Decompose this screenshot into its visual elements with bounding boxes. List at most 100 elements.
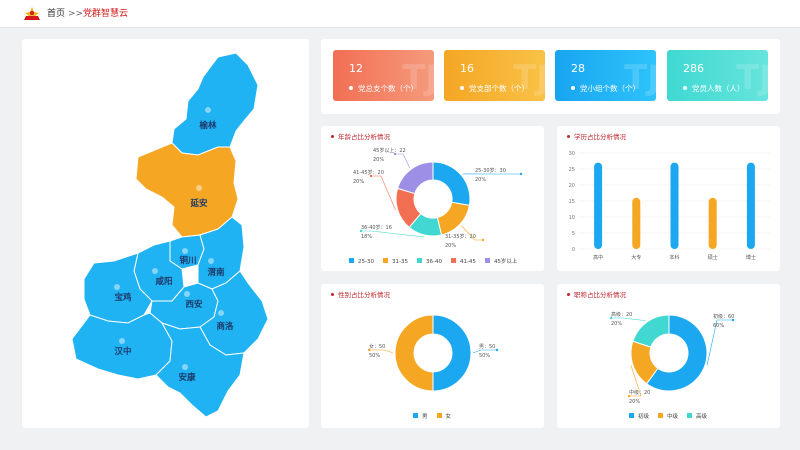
age-label-leader xyxy=(371,175,396,211)
y-tick-label: 10 xyxy=(569,215,575,221)
map-label-yanan: 延安 xyxy=(189,198,208,209)
stat-value: 12 xyxy=(349,62,363,75)
gender-chart-legend: 男女 xyxy=(413,413,460,420)
legend-swatch xyxy=(382,258,388,263)
x-tick-label: 硕士 xyxy=(708,254,718,261)
gender-slice[interactable] xyxy=(394,314,434,392)
x-tick-label: 博士 xyxy=(746,254,756,261)
stat-value: 286 xyxy=(683,62,704,75)
stat-label: 党总支个数（个） xyxy=(358,84,418,93)
province-map: 榆林 延安 铜川 渭南 咸阳 宝鸡 西安 商洛 汉中 安康 xyxy=(71,52,269,418)
legend-label: 高级 xyxy=(696,413,708,420)
age-percent-label: 20% xyxy=(475,177,486,183)
stat-value: 28 xyxy=(571,62,585,75)
x-tick-label: 本科 xyxy=(669,254,679,261)
professional-title-chart-legend: 初级 中级 高级 xyxy=(629,413,716,420)
y-tick-label: 30 xyxy=(569,151,575,157)
y-tick-label: 20 xyxy=(569,183,575,189)
summary-stats-card: TJ 12 党总支个数（个） TJ 16 党支部个数（个） TJ 28 党小组个… xyxy=(321,39,780,114)
breadcrumb-home-link[interactable]: 首页 xyxy=(47,8,65,20)
map-label-xian: 西安 xyxy=(185,299,203,310)
bar[interactable] xyxy=(746,162,755,249)
legend-label: 中级 xyxy=(667,413,679,420)
legend-item[interactable]: 中级 xyxy=(658,413,679,420)
education-chart-card: 学历占比分析情况 0 5 10 15 20 25 30 高中 大专 本科 硕士 博士 xyxy=(557,126,780,271)
title-percent-label: 20% xyxy=(611,321,622,327)
legend-item[interactable]: 男 xyxy=(413,413,428,420)
legend-swatch xyxy=(450,258,456,263)
stat-tile-groups[interactable]: TJ 28 党小组个数（个） xyxy=(555,50,656,101)
stat-tile-branches[interactable]: TJ 16 党支部个数（个） xyxy=(444,50,545,101)
age-slice[interactable] xyxy=(436,201,471,236)
age-chart-card: 年龄占比分析情况 25-30岁：30 20% 31-35岁：20 20% 36-40岁：… xyxy=(321,126,544,271)
gender-slice[interactable] xyxy=(432,314,472,392)
chart-title: 职称占比分析情况 xyxy=(574,291,626,299)
title-percent-label: 20% xyxy=(629,399,640,405)
age-donut-chart: 25-30岁：30 20% 31-35岁：20 20% 36-40岁：16 18% 41-4… xyxy=(353,147,523,249)
age-percent-label: 20% xyxy=(445,243,456,249)
age-data-label: 45岁以上：22 xyxy=(373,147,406,154)
bar[interactable] xyxy=(632,197,641,249)
y-tick-label: 15 xyxy=(569,199,575,205)
legend-item[interactable]: 41-45 xyxy=(450,258,476,265)
age-label-leader xyxy=(395,153,410,168)
age-slice[interactable] xyxy=(432,161,471,207)
age-percent-label: 18% xyxy=(361,234,372,240)
legend-label: 31-35 xyxy=(391,258,408,265)
region-yanan[interactable] xyxy=(135,142,239,238)
age-data-label: 25-30岁：30 xyxy=(475,167,506,174)
y-tick-label: 25 xyxy=(569,167,575,173)
legend-item[interactable]: 25-30 xyxy=(349,258,374,265)
professional-title-donut-chart: 初级：60 60% 中级：20 20% 高级：20 20% xyxy=(609,311,734,405)
legend-label: 45岁以上 xyxy=(493,258,518,265)
map-label-shangluo: 商洛 xyxy=(216,321,234,332)
title-percent-label: 60% xyxy=(713,323,724,329)
legend-swatch xyxy=(484,258,490,263)
legend-swatch xyxy=(349,258,354,263)
legend-swatch xyxy=(436,413,442,418)
bar[interactable] xyxy=(594,162,603,249)
professional-title-chart-card: 职称占比分析情况 初级：60 60% 中级：20 20% 高级：20 20% 初级 中级 高级 xyxy=(557,284,780,428)
gender-chart-card: 性别占比分析情况 男：50 50% 女：50 50% 男女 xyxy=(321,284,544,428)
stat-label: 党支部个数（个） xyxy=(469,84,529,93)
stat-tile-members[interactable]: TJ 286 党员人数（人） xyxy=(667,50,768,101)
bar[interactable] xyxy=(708,197,717,249)
title-data-label: 高级：20 xyxy=(611,311,632,318)
legend-swatch xyxy=(687,413,693,418)
legend-label: 女 xyxy=(445,413,452,420)
chart-title: 性别占比分析情况 xyxy=(338,291,390,299)
legend-item[interactable]: 36-40 xyxy=(416,258,442,265)
bar[interactable] xyxy=(670,162,679,249)
map-label-ankang: 安康 xyxy=(178,372,196,383)
age-data-label: 31-35岁：20 xyxy=(445,233,476,240)
stat-value: 16 xyxy=(460,62,474,75)
age-percent-label: 20% xyxy=(353,179,364,185)
legend-label: 25-30 xyxy=(358,258,374,265)
stat-tile-branch-committees[interactable]: TJ 12 党总支个数（个） xyxy=(333,50,434,101)
legend-label: 41-45 xyxy=(459,258,476,265)
map-label-hanzhong: 汉中 xyxy=(114,346,131,357)
age-label-dot xyxy=(481,238,485,242)
gender-label-dot xyxy=(495,348,499,352)
top-bar: 首页 >> 党群智慧云 xyxy=(0,0,800,28)
gender-donut-chart: 男：50 50% 女：50 50% xyxy=(367,314,499,392)
breadcrumb-separator-icon: >> xyxy=(68,9,84,19)
province-map-card: 榆林 延安 铜川 渭南 咸阳 宝鸡 西安 商洛 汉中 安康 xyxy=(22,39,309,428)
gender-percent-label: 50% xyxy=(369,353,380,359)
region-yulin[interactable] xyxy=(171,52,259,156)
legend-item[interactable]: 45岁以上 xyxy=(484,258,518,265)
legend-swatch xyxy=(413,413,418,418)
legend-item[interactable]: 高级 xyxy=(687,413,708,420)
legend-swatch xyxy=(629,413,634,418)
legend-item[interactable]: 31-35 xyxy=(382,258,408,265)
chart-title: 学历占比分析情况 xyxy=(574,133,626,141)
region-hanzhong[interactable] xyxy=(71,312,173,380)
age-slice[interactable] xyxy=(396,161,434,195)
party-logo-icon xyxy=(24,7,40,20)
legend-item[interactable]: 女 xyxy=(436,413,452,420)
gender-data-label: 男：50 xyxy=(479,344,495,350)
legend-label: 男 xyxy=(422,413,428,420)
chart-title: 年龄占比分析情况 xyxy=(338,133,390,141)
legend-item[interactable]: 初级 xyxy=(629,413,649,420)
y-tick-label: 5 xyxy=(572,231,575,237)
